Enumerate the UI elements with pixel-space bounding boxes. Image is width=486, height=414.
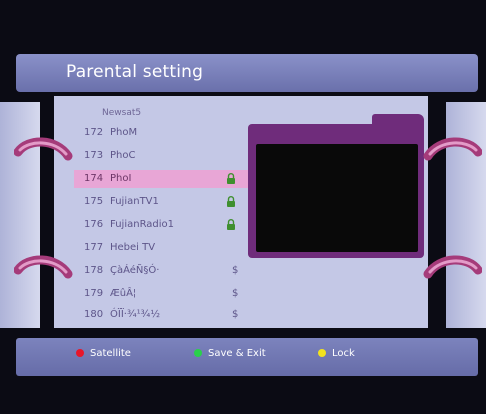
channel-row[interactable]: 176 FujianRadio1 <box>74 216 252 234</box>
channel-row[interactable]: 180 ÓÏÏ·¾¹¾½ $ <box>74 306 252 324</box>
channel-name: FujianTV1 <box>110 196 159 207</box>
channel-number: 173 <box>84 150 104 161</box>
channel-number: 177 <box>84 242 104 253</box>
channel-number: 180 <box>84 309 104 320</box>
footer-bar: Satellite Save & Exit Lock <box>16 338 478 376</box>
channel-name: ÆûÂ¦ <box>110 288 137 299</box>
channel-number: 178 <box>84 265 104 276</box>
satellite-name: Newsat5 <box>102 108 142 118</box>
satellite-key[interactable]: Satellite <box>76 348 131 359</box>
channel-number: 172 <box>84 127 104 138</box>
channel-row[interactable]: 179 ÆûÂ¦ $ <box>74 285 252 303</box>
red-key-icon <box>76 349 84 357</box>
channel-number: 179 <box>84 288 104 299</box>
lock-label: Lock <box>332 348 355 359</box>
scrambled-flag: $ <box>232 265 239 276</box>
channel-name: ÇàÁéÑ§Ó· <box>110 265 160 276</box>
lock-key[interactable]: Lock <box>318 348 355 359</box>
channel-name: PhoC <box>110 150 136 161</box>
video-preview <box>256 144 418 252</box>
lock-icon <box>227 196 235 207</box>
scrambled-flag: $ <box>232 288 239 299</box>
scrambled-flag: $ <box>232 309 239 320</box>
page-title: Parental setting <box>66 62 204 82</box>
preview-frame <box>248 124 424 258</box>
channel-row-selected[interactable]: 174 PhoI <box>74 170 252 188</box>
channel-name: PhoM <box>110 127 138 138</box>
right-top-hook-icon <box>423 137 482 161</box>
channel-list: Newsat5 172 PhoM 173 PhoC 174 PhoI 175 F… <box>74 104 252 324</box>
channel-row[interactable]: 173 PhoC <box>74 147 252 165</box>
yellow-key-icon <box>318 349 326 357</box>
channel-name: Hebei TV <box>110 242 156 253</box>
channel-name: PhoI <box>110 173 132 184</box>
channel-name: FujianRadio1 <box>110 219 175 230</box>
channel-row[interactable]: 172 PhoM <box>74 124 252 142</box>
green-key-icon <box>194 349 202 357</box>
lock-icon <box>227 173 235 184</box>
channel-number: 176 <box>84 219 104 230</box>
channel-row[interactable]: 177 Hebei TV <box>74 239 252 257</box>
title-bar: Parental setting <box>16 54 478 92</box>
left-bottom-hook-icon <box>14 255 73 279</box>
save-exit-label: Save & Exit <box>208 348 266 359</box>
lock-icon <box>227 219 235 230</box>
channel-row[interactable]: 178 ÇàÁéÑ§Ó· $ <box>74 262 252 280</box>
channel-number: 174 <box>84 173 104 184</box>
left-top-hook-icon <box>14 137 73 161</box>
channel-row[interactable]: 175 FujianTV1 <box>74 193 252 211</box>
tv-osd-screen: Parental setting Newsat5 172 PhoM 173 Ph… <box>0 0 486 414</box>
right-bottom-hook-icon <box>423 255 482 279</box>
save-exit-key[interactable]: Save & Exit <box>194 348 266 359</box>
channel-name: ÓÏÏ·¾¹¾½ <box>110 309 161 320</box>
channel-number: 175 <box>84 196 104 207</box>
satellite-label: Satellite <box>90 348 131 359</box>
